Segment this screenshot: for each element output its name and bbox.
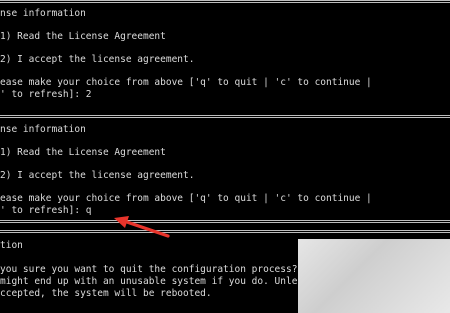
quit-question: you sure you want to quit the configurat… <box>0 264 298 275</box>
quit-warning-continued: ccepted, the system will be rebooted. <box>0 288 212 299</box>
separator <box>0 115 450 118</box>
menu-option-read-license: 1) Read the License Agreement <box>0 31 166 42</box>
separator <box>0 220 450 223</box>
menu-option-accept-license: 2) I accept the license agreement. <box>0 54 195 65</box>
separator <box>0 230 450 233</box>
prompt-text: ease make your choice from above ['q' to… <box>0 77 372 88</box>
section-title: nse information <box>0 124 86 135</box>
separator <box>0 0 450 3</box>
terminal-window: nse information 1) Read the License Agre… <box>0 0 450 313</box>
section-title: nse information <box>0 8 86 19</box>
menu-option-read-license: 1) Read the License Agreement <box>0 147 166 158</box>
dialog-title: tion <box>0 240 23 251</box>
blurred-region <box>298 239 450 313</box>
prompt-input-line: ' to refresh]: 2 <box>0 89 92 100</box>
prompt-input-line[interactable]: ' to refresh]: q <box>0 205 92 217</box>
quit-warning: might end up with an unusable system if … <box>0 276 298 287</box>
prompt-text: ease make your choice from above ['q' to… <box>0 193 372 204</box>
annotation-arrow-shaft <box>125 220 170 238</box>
menu-option-accept-license: 2) I accept the license agreement. <box>0 170 195 181</box>
